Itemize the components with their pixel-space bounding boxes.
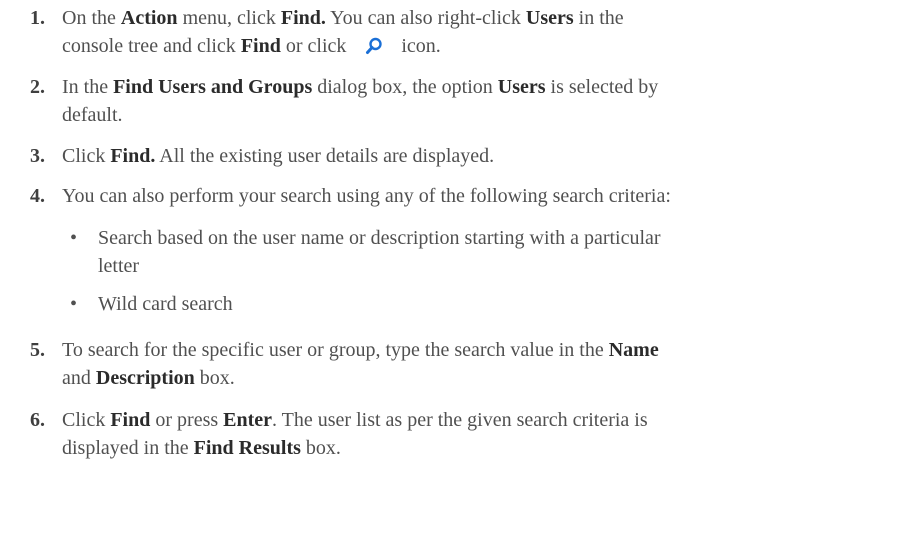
text-run: In the: [62, 76, 114, 98]
bullet-text: Search based on the user name or descrip…: [98, 224, 698, 280]
step-text: You can also perform your search using a…: [62, 182, 912, 210]
ui-term-find: Find: [110, 409, 151, 431]
step-number: 3.: [30, 145, 45, 167]
bullet-line: Search based on the user name or descrip…: [98, 227, 661, 249]
text-run: default.: [62, 104, 123, 126]
text-run: or click: [280, 35, 352, 57]
text-run: Click: [62, 409, 111, 431]
ui-term-find-results: Find Results: [193, 437, 301, 459]
step-text: Click Find or press Enter. The user list…: [62, 406, 912, 462]
step-number: 4.: [30, 185, 45, 207]
ui-term-users: Users: [525, 7, 574, 29]
text-run: menu, click: [177, 7, 281, 29]
bullet-line: Wild card search: [98, 293, 233, 315]
text-run: You can also right-click: [325, 7, 526, 29]
step-number: 5.: [30, 339, 45, 361]
text-run: To search for the specific user or group…: [62, 339, 609, 361]
text-run: icon.: [401, 35, 441, 57]
step-line: Click Find. All the existing user detail…: [62, 142, 912, 170]
text-run: and: [62, 367, 96, 389]
text-run: is selected by: [545, 76, 659, 98]
step-line: displayed in the Find Results box.: [62, 434, 912, 462]
ui-term-find: Find.: [110, 145, 156, 167]
step-line: In the Find Users and Groups dialog box,…: [62, 73, 912, 101]
step-text: In the Find Users and Groups dialog box,…: [62, 73, 912, 129]
instruction-document: 1. On the Action menu, click Find. You c…: [0, 0, 923, 537]
ui-term-find: Find.: [280, 7, 326, 29]
bullet-mark: •: [70, 293, 78, 315]
ui-term-users: Users: [497, 76, 546, 98]
step-line: console tree and click Find or click ico…: [62, 32, 912, 60]
step-line: You can also perform your search using a…: [62, 182, 912, 210]
text-run: or press: [150, 409, 224, 431]
step-number: 1.: [30, 7, 45, 29]
step-line: default.: [62, 101, 912, 129]
text-run: . The user list as per the given search …: [272, 409, 648, 431]
search-icon: [365, 35, 383, 54]
text-run: Click: [62, 145, 111, 167]
bullet-mark: •: [70, 227, 78, 249]
ui-term-description: Description: [95, 367, 195, 389]
ui-term-action: Action: [120, 7, 178, 29]
ui-term-enter: Enter: [223, 409, 273, 431]
step-line: and Description box.: [62, 364, 912, 392]
text-run: dialog box, the option: [312, 76, 498, 98]
text-run: On the: [62, 7, 121, 29]
bullet-line: letter: [98, 255, 140, 277]
step-text: Click Find. All the existing user detail…: [62, 142, 912, 170]
text-run: in the: [573, 7, 624, 29]
step-text: To search for the specific user or group…: [62, 336, 912, 392]
ui-term-find: Find: [240, 35, 281, 57]
step-number: 6.: [30, 409, 45, 431]
text-run: box.: [194, 367, 235, 389]
ui-term-find-users-and-groups: Find Users and Groups: [113, 76, 313, 98]
text-run: box.: [300, 437, 341, 459]
text-run: displayed in the: [62, 437, 194, 459]
ui-term-name: Name: [608, 339, 659, 361]
step-number: 2.: [30, 76, 45, 98]
text-run: console tree and click: [62, 35, 241, 57]
step-line: To search for the specific user or group…: [62, 336, 912, 364]
step-line: Click Find or press Enter. The user list…: [62, 406, 912, 434]
step-text: On the Action menu, click Find. You can …: [62, 4, 912, 60]
step-line: On the Action menu, click Find. You can …: [62, 4, 912, 32]
bullet-text: Wild card search: [98, 290, 698, 318]
text-run: You can also perform your search using a…: [62, 185, 671, 207]
text-run: All the existing user details are displa…: [155, 145, 495, 167]
